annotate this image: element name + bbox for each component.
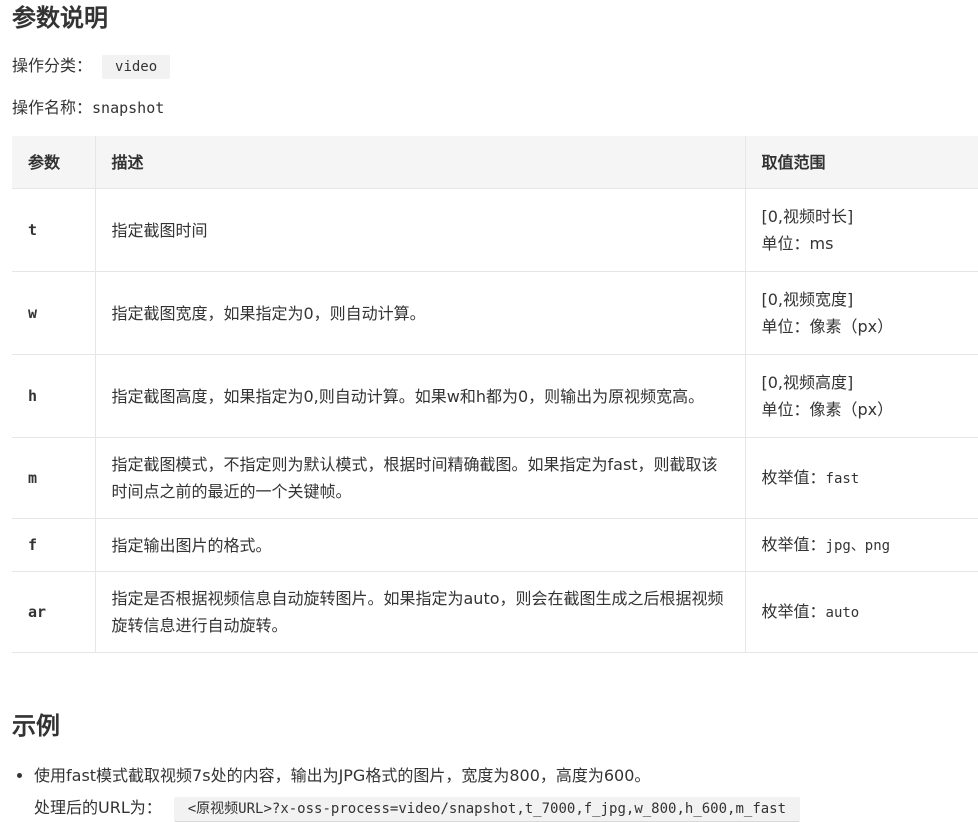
range-code: jpg、png (825, 537, 891, 554)
desc-cell: 指定截图时间 (94, 188, 745, 272)
param-cell: w (12, 271, 95, 355)
range-cell: 枚举值：fast (744, 437, 978, 519)
range-line: [0,视频时长] (761, 207, 854, 226)
desc-cell: 指定输出图片的格式。 (94, 518, 745, 572)
list-item: 使用fast模式截取视频7s处的内容，输出为JPG格式的图片，宽度为800，高度… (34, 762, 801, 822)
range-cell: [0,视频高度] 单位：像素（px） (744, 354, 978, 438)
range-cell: 枚举值：auto (744, 571, 978, 653)
range-code: fast (825, 470, 860, 487)
op-name-label: 操作名称： (12, 98, 93, 117)
param-cell: t (12, 188, 95, 272)
header-desc: 描述 (94, 136, 745, 189)
table-row: ar 指定是否根据视频信息自动旋转图片。如果指定为auto，则会在截图生成之后根… (12, 571, 978, 653)
url-label: 处理后的URL为： (34, 798, 162, 817)
header-range: 取值范围 (744, 136, 978, 189)
example-list: 使用fast模式截取视频7s处的内容，输出为JPG格式的图片，宽度为800，高度… (14, 762, 801, 822)
op-name: 操作名称：snapshot (12, 96, 164, 120)
op-category-label: 操作分类： (12, 56, 93, 75)
desc-cell: 指定截图模式，不指定则为默认模式，根据时间精确截图。如果指定为fast，则截取该… (94, 437, 745, 519)
section-title-example: 示例 (12, 712, 60, 740)
table-row: m 指定截图模式，不指定则为默认模式，根据时间精确截图。如果指定为fast，则截… (12, 437, 978, 519)
op-name-value: snapshot (92, 99, 165, 117)
desc-cell: 指定截图高度，如果指定为0,则自动计算。如果w和h都为0，则输出为原视频宽高。 (94, 354, 745, 438)
desc-cell: 指定是否根据视频信息自动旋转图片。如果指定为auto，则会在截图生成之后根据视频… (94, 571, 745, 653)
range-line: 单位：像素（px） (761, 400, 894, 419)
range-cell: [0,视频时长] 单位：ms (744, 188, 978, 272)
desc-cell: 指定截图宽度，如果指定为0，则自动计算。 (94, 271, 745, 355)
header-param: 参数 (12, 136, 95, 189)
url-code: <原视频URL>?x-oss-process=video/snapshot,t_… (173, 797, 801, 822)
table-row: w 指定截图宽度，如果指定为0，则自动计算。 [0,视频宽度] 单位：像素（px… (12, 271, 978, 355)
op-category-value: video (102, 55, 171, 79)
table-row: h 指定截图高度，如果指定为0,则自动计算。如果w和h都为0，则输出为原视频宽高… (12, 354, 978, 438)
section-title-params: 参数说明 (12, 4, 108, 32)
table-row: f 指定输出图片的格式。 枚举值：jpg、png (12, 518, 978, 572)
param-cell: f (12, 518, 95, 572)
param-cell: h (12, 354, 95, 438)
example-url-line: 处理后的URL为： <原视频URL>?x-oss-process=video/sn… (34, 794, 801, 822)
range-label: 枚举值： (761, 467, 826, 487)
table-header-row: 参数 描述 取值范围 (12, 136, 978, 189)
range-cell: 枚举值：jpg、png (744, 518, 978, 572)
range-line: 单位：ms (761, 234, 834, 253)
range-line: 单位：像素（px） (761, 317, 894, 336)
param-cell: ar (12, 571, 95, 653)
example-text: 使用fast模式截取视频7s处的内容，输出为JPG格式的图片，宽度为800，高度… (34, 766, 651, 785)
table-row: t 指定截图时间 [0,视频时长] 单位：ms (12, 188, 978, 272)
params-table: 参数 描述 取值范围 t 指定截图时间 [0,视频时长] 单位：ms w 指定截… (12, 136, 978, 653)
range-code: auto (825, 604, 860, 621)
param-cell: m (12, 437, 95, 519)
range-line: [0,视频高度] (761, 373, 854, 392)
range-label: 枚举值： (761, 601, 826, 621)
range-label: 枚举值： (761, 534, 826, 554)
op-category: 操作分类： video (12, 54, 171, 79)
range-line: [0,视频宽度] (761, 290, 854, 309)
range-cell: [0,视频宽度] 单位：像素（px） (744, 271, 978, 355)
